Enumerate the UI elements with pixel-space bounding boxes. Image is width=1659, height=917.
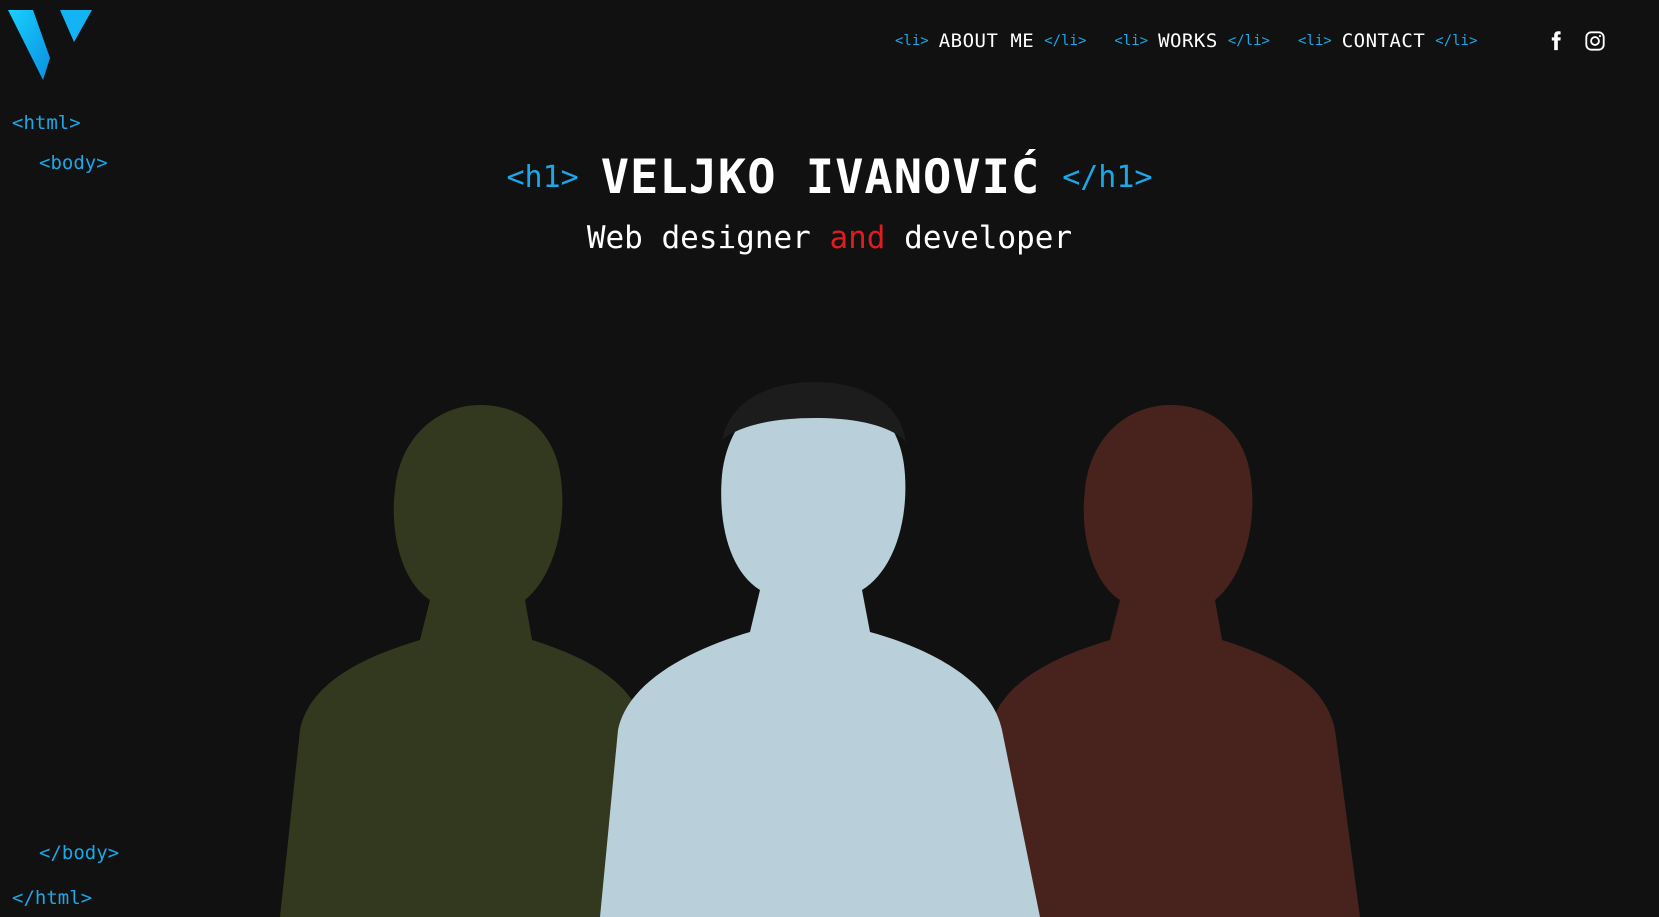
li-open-tag: <li> [1114,33,1149,49]
v-logo-icon[interactable] [8,10,94,82]
nav-label-contact: CONTACT [1341,30,1426,52]
subtitle-part-2: developer [904,220,1073,256]
li-close-tag: </li> [1227,33,1270,49]
main-nav: <li> ABOUT ME </li> <li> WORKS </li> <li… [895,30,1505,52]
h1-close-tag: </h1> [1062,160,1153,195]
page-title: VELJKO IVANOVIĆ [600,150,1041,205]
instagram-link[interactable] [1584,30,1606,52]
h1-open-tag: <h1> [506,160,579,195]
instagram-icon [1585,31,1605,51]
portrait-center [600,382,1040,917]
nav-label-works: WORKS [1158,30,1218,52]
li-close-tag: </li> [1044,33,1087,49]
portrait-group [0,380,1659,917]
facebook-icon [1551,31,1561,51]
li-close-tag: </li> [1435,33,1478,49]
li-open-tag: <li> [895,33,929,49]
facebook-link[interactable] [1545,30,1567,52]
hero-subtitle: Web designer and developer [0,220,1659,256]
subtitle-accent: and [829,220,886,256]
subtitle-part-1: Web designer [586,220,811,256]
hero-heading: <h1> VELJKO IVANOVIĆ </h1> [0,150,1659,205]
li-open-tag: <li> [1297,33,1332,49]
nav-item-about-me[interactable]: <li> ABOUT ME </li> [895,30,1086,52]
html-open-tag: <html> [12,112,81,134]
nav-item-contact[interactable]: <li> CONTACT </li> [1298,30,1477,52]
nav-label-about-me: ABOUT ME [938,30,1035,52]
nav-item-works[interactable]: <li> WORKS </li> [1114,30,1270,52]
